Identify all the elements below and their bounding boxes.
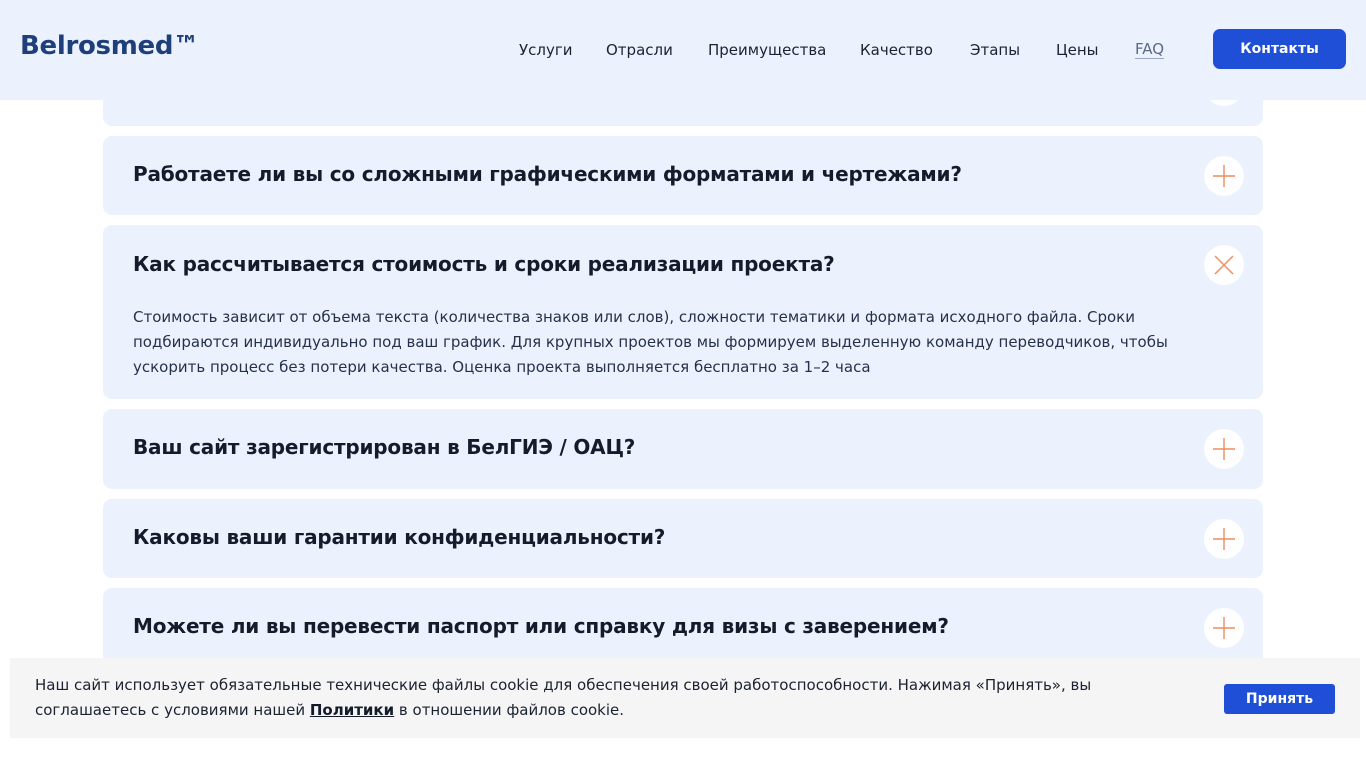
faq-item[interactable]: Ваш сайт зарегистрирован в БелГИЭ / ОАЦ? xyxy=(103,409,1263,489)
cookie-text-after: в отношении файлов cookie. xyxy=(394,701,625,719)
faq-item[interactable]: Каковы ваши гарантии конфиденциальности? xyxy=(103,499,1263,578)
faq-question: Можете ли вы перевести паспорт или справ… xyxy=(133,614,949,638)
faq-question: Работаете ли вы со сложными графическими… xyxy=(133,162,962,186)
nav-link-advantages[interactable]: Преимущества xyxy=(708,40,826,60)
nav-link-faq[interactable]: FAQ xyxy=(1135,40,1165,59)
nav-link-quality[interactable]: Качество xyxy=(860,40,933,60)
faq-item[interactable]: Работаете ли вы со сложными графическими… xyxy=(103,136,1263,215)
contacts-button[interactable]: Контакты xyxy=(1213,29,1346,69)
faq-toggle-button[interactable] xyxy=(1204,608,1244,648)
main-nav: Услуги Отрасли Преимущества Качество Эта… xyxy=(0,40,1366,60)
faq-question: Каковы ваши гарантии конфиденциальности? xyxy=(133,525,666,549)
nav-link-industries[interactable]: Отрасли xyxy=(606,40,673,60)
faq-toggle-button[interactable] xyxy=(1204,156,1244,196)
faq-question: Ваш сайт зарегистрирован в БелГИЭ / ОАЦ? xyxy=(133,435,636,459)
nav-link-stages[interactable]: Этапы xyxy=(970,40,1020,60)
policy-link[interactable]: Политики xyxy=(310,701,394,719)
close-icon xyxy=(1214,255,1234,275)
faq-toggle-button[interactable] xyxy=(1204,429,1244,469)
nav-link-services[interactable]: Услуги xyxy=(519,40,572,60)
faq-answer: Стоимость зависит от объема текста (коли… xyxy=(133,308,1168,376)
faq-toggle-button[interactable] xyxy=(1204,245,1244,285)
plus-icon xyxy=(1213,438,1235,460)
accept-cookies-button[interactable]: Принять xyxy=(1224,684,1335,714)
plus-icon xyxy=(1213,165,1235,187)
faq-question: Как рассчитывается стоимость и сроки реа… xyxy=(133,252,835,276)
cookie-text: Наш сайт использует обязательные техниче… xyxy=(35,673,1145,723)
site-header: Belrosmed™ Услуги Отрасли Преимущества К… xyxy=(0,0,1366,100)
plus-icon xyxy=(1213,617,1235,639)
cookie-banner: Наш сайт использует обязательные техниче… xyxy=(10,658,1360,738)
plus-icon xyxy=(1213,528,1235,550)
faq-item-expanded[interactable]: Как рассчитывается стоимость и сроки реа… xyxy=(103,225,1263,399)
nav-link-prices[interactable]: Цены xyxy=(1056,40,1099,60)
faq-toggle-button[interactable] xyxy=(1204,519,1244,559)
